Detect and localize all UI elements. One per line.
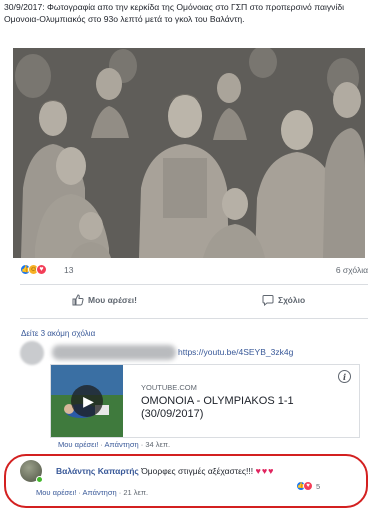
comment-body: Βαλάντης Καπαρτής Όμορφες στιγμές αξέχασ… [56,466,275,476]
post-caption: 30/9/2017: Φωτογραφία απο την κερκίδα τη… [4,2,345,25]
like-label: Μου αρέσει! [88,295,137,305]
like-button[interactable]: Μου αρέσει! [72,294,137,306]
comment-like-link[interactable]: Μου αρέσει! [36,488,76,497]
separator: · [140,440,144,449]
separator: · [100,440,103,449]
comment-author[interactable]: Βαλάντης Καπαρτής [56,466,139,476]
comment-text: Όμορφες στιγμές αξέχαστες!!! [141,466,254,476]
comment-reply-link[interactable]: Απάντηση [83,488,117,497]
comment-bubble-icon [262,295,274,306]
comments-count[interactable]: 6 σχόλια [336,265,368,275]
terracotta-warriors-image [13,48,365,258]
post-actions: Μου αρέσει! Σχόλιο [20,290,368,314]
thumbs-up-icon [72,294,84,306]
comment-reactions[interactable]: 👍 ♥ 5 [296,481,320,491]
comment-first-meta: Μου αρέσει! · Απάντηση · 34 λεπ. [58,440,170,449]
video-thumbnail[interactable]: ▶ [51,365,123,437]
comment-button[interactable]: Σχόλιο [262,294,305,306]
comment-like-link[interactable]: Μου αρέσει! [58,440,98,449]
reaction-icons[interactable]: 👍 ☺ ♥ [20,264,47,275]
divider [20,318,368,319]
comment-reply-link[interactable]: Απάντηση [105,440,139,449]
online-status-dot [36,476,43,483]
love-icon: ♥ [36,264,47,275]
divider [20,284,368,285]
info-icon[interactable]: i [338,370,351,383]
separator: · [118,488,122,497]
play-icon[interactable]: ▶ [71,385,103,417]
comment-reaction-count: 5 [316,481,321,491]
commenter-name-redacted [52,345,176,360]
avatar[interactable] [20,341,44,365]
preview-title[interactable]: ΟΜΟΝΟΙΑ - OLYMPIAKOS 1-1 (30/09/2017) [141,395,341,421]
preview-source: YOUTUBE.COM [141,383,197,392]
comment-time[interactable]: 34 λεπ. [145,440,170,449]
comment-second-meta: Μου αρέσει! · Απάντηση · 21 λεπ. [36,488,148,497]
heart-emoji: ♥♥♥ [255,466,275,476]
comment-link[interactable]: https://youtu.be/4SEYB_3zk4g [178,347,293,357]
post-photo[interactable] [13,48,365,258]
comment-time[interactable]: 21 λεπ. [123,488,148,497]
reactions-bar[interactable]: 👍 ☺ ♥ 13 6 σχόλια [20,262,370,278]
separator: · [78,488,81,497]
reaction-count[interactable]: 13 [64,265,73,275]
love-icon: ♥ [303,481,313,491]
comment-label: Σχόλιο [278,295,306,305]
view-more-comments-link[interactable]: Δείτε 3 ακόμη σχόλια [21,329,95,338]
link-preview-card[interactable]: ▶ YOUTUBE.COM ΟΜΟΝΟΙΑ - OLYMPIAKOS 1-1 (… [50,364,360,438]
